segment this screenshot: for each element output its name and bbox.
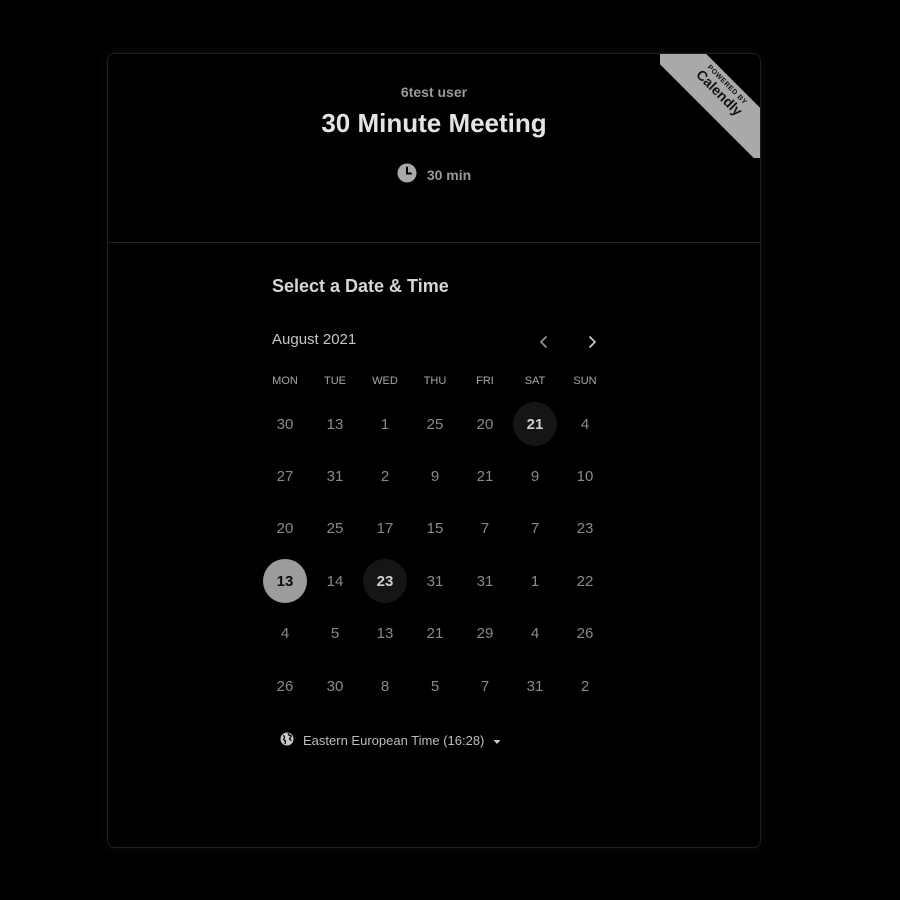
- calendar-day: 13: [326, 415, 344, 433]
- calendar-day: 4: [530, 625, 540, 643]
- chevron-right-icon: [588, 335, 597, 349]
- calendar-day: 7: [530, 520, 540, 538]
- duration-label: 30 min: [426, 166, 472, 183]
- calendar-day: 31: [326, 468, 344, 486]
- calendar-day: 7: [480, 520, 490, 538]
- globe-icon: [280, 732, 294, 749]
- calendar-day: 25: [426, 415, 444, 433]
- event-header: 6test user 30 Minute Meeting 30 min POWE…: [108, 54, 760, 243]
- next-month-button[interactable]: [580, 330, 604, 354]
- calendar-week-row: 13 14 23 31 31 1 22: [260, 555, 610, 607]
- calendar-day: 27: [276, 468, 294, 486]
- weekday-label: SAT: [524, 375, 546, 387]
- available-day-button[interactable]: 23: [363, 559, 407, 604]
- ribbon-band[interactable]: POWERED BY Calendly: [660, 54, 760, 158]
- calendar-day: 9: [430, 468, 440, 486]
- calendar-day: 25: [326, 520, 344, 538]
- powered-by-ribbon[interactable]: POWERED BY Calendly: [660, 54, 760, 158]
- timezone-selector[interactable]: Eastern European Time (16:28): [280, 732, 501, 749]
- calendar-day: 14: [326, 572, 344, 590]
- caret-down-icon: [493, 733, 501, 748]
- chevron-left-icon: [539, 335, 548, 349]
- calendar-day: 26: [276, 677, 294, 695]
- calendar-day: 20: [476, 415, 494, 433]
- clock-icon: [397, 163, 417, 186]
- calendar-day: 13: [376, 625, 394, 643]
- calendar-week-row: 26 30 8 5 7 31 2: [260, 660, 610, 712]
- weekday-label: THU: [423, 375, 447, 387]
- calendar-day: 9: [530, 468, 540, 486]
- calendar-week-row: 4 5 13 21 29 4 26: [260, 608, 610, 660]
- calendar-day: 5: [430, 677, 440, 695]
- calendar-week-row: 30 13 1 25 20 21 4: [260, 398, 610, 450]
- calendar-day: 29: [476, 625, 494, 643]
- calendar-day: 23: [576, 520, 594, 538]
- calendar-day: 30: [326, 677, 344, 695]
- calendar-week-row: 20 25 17 15 7 7 23: [260, 503, 610, 555]
- calendar-day: 15: [426, 520, 444, 538]
- calendar-day: 4: [280, 625, 290, 643]
- selected-day-button[interactable]: 13: [263, 559, 307, 604]
- booking-card: 6test user 30 Minute Meeting 30 min POWE…: [107, 53, 761, 848]
- calendar-day: 8: [380, 677, 390, 695]
- calendar-day: 5: [330, 625, 340, 643]
- calendar-day: 21: [476, 468, 494, 486]
- calendar-day: 7: [480, 677, 490, 695]
- calendar-day: 2: [380, 468, 390, 486]
- calendar-day: 21: [426, 625, 444, 643]
- calendar-day: 30: [276, 415, 294, 433]
- calendar-day: 10: [576, 468, 594, 486]
- month-navigation: August 2021: [272, 330, 602, 354]
- previous-month-button[interactable]: [532, 330, 556, 354]
- timezone-label: Eastern European Time (16:28): [303, 733, 485, 748]
- weekday-label: WED: [372, 375, 398, 387]
- event-duration: 30 min: [108, 163, 760, 186]
- calendar-day: 4: [580, 415, 590, 433]
- weekday-label: FRI: [476, 375, 494, 387]
- weekday-label: TUE: [324, 375, 346, 387]
- calendar-day: 22: [576, 572, 594, 590]
- calendar-day: 1: [530, 572, 540, 590]
- calendar-day: 31: [526, 677, 544, 695]
- calendar-day: 2: [580, 677, 590, 695]
- calendar-grid: MON TUE WED THU FRI SAT SUN 30 13 1 25 2…: [260, 372, 610, 712]
- available-day-button[interactable]: 21: [513, 402, 557, 447]
- weekday-label: MON: [272, 375, 298, 387]
- weekday-header-row: MON TUE WED THU FRI SAT SUN: [260, 372, 610, 390]
- calendar-day: 17: [376, 520, 394, 538]
- calendar-day: 31: [426, 572, 444, 590]
- calendar-week-row: 27 31 2 9 21 9 10: [260, 450, 610, 502]
- weekday-label: SUN: [573, 375, 597, 387]
- calendar-day: 20: [276, 520, 294, 538]
- section-title: Select a Date & Time: [272, 276, 449, 296]
- calendar-day: 1: [380, 415, 390, 433]
- month-label: August 2021: [272, 331, 357, 348]
- calendar-day: 26: [576, 625, 594, 643]
- calendar-day: 31: [476, 572, 494, 590]
